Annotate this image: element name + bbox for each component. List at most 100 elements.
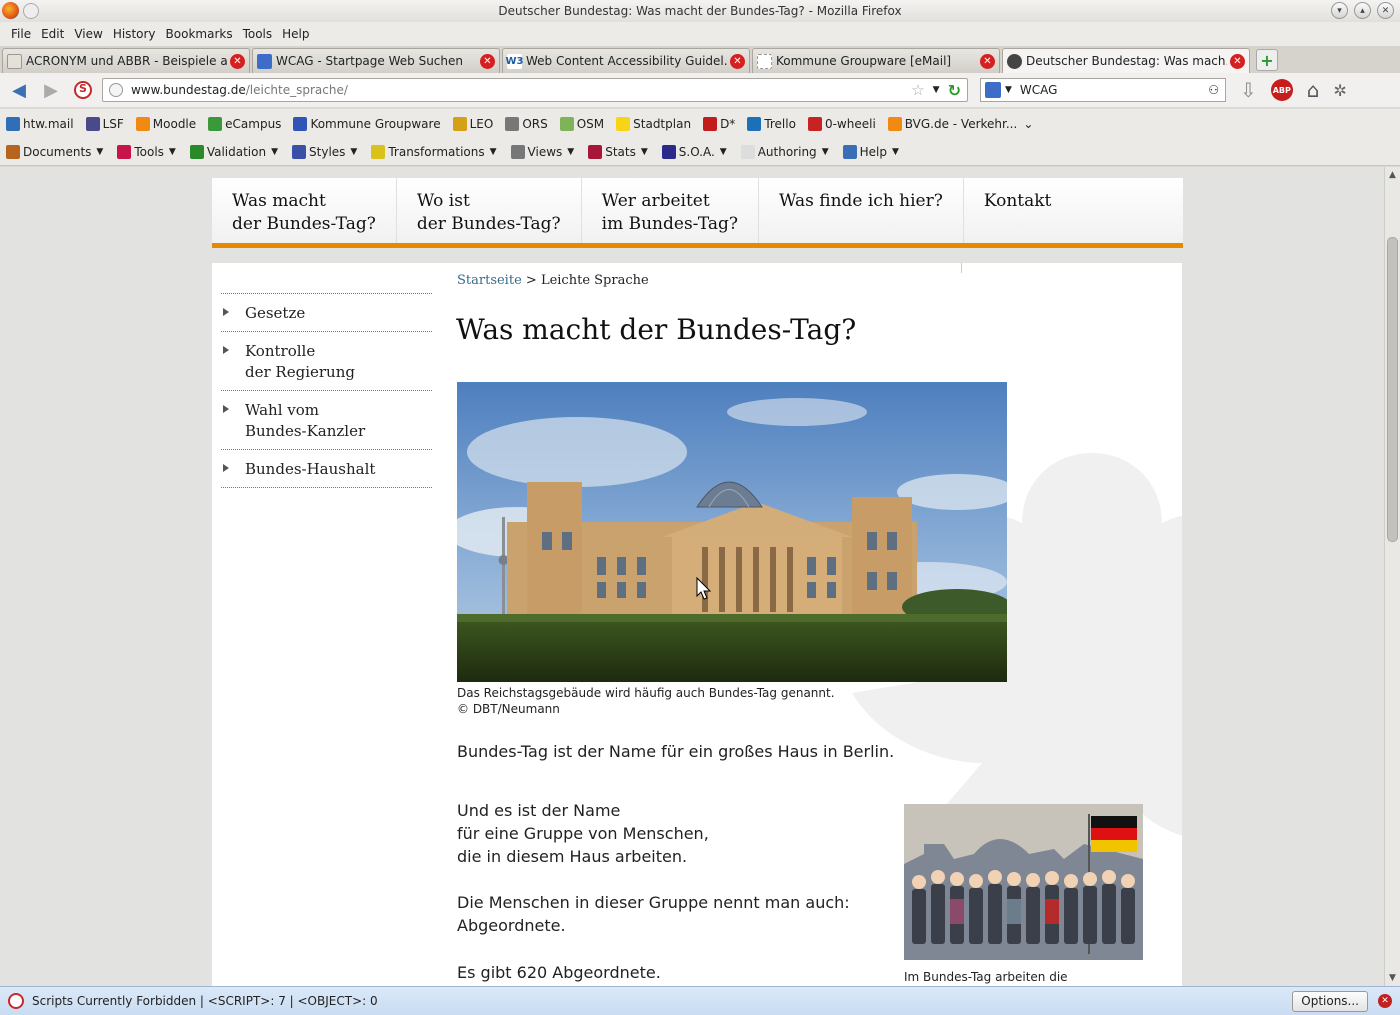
bookmark-item[interactable]: OSM: [559, 116, 604, 131]
devtool-menu[interactable]: S.O.A. ▼: [661, 144, 727, 159]
tab-startpage[interactable]: WCAG - Startpage Web Suchen ✕: [252, 48, 500, 73]
chevron-down-icon: ▼: [567, 146, 575, 157]
scrollbar-thumb[interactable]: [1387, 237, 1398, 542]
window-menu-button[interactable]: [23, 3, 39, 19]
bookmark-item[interactable]: htw.mail: [6, 116, 74, 131]
devtool-menu[interactable]: Authoring ▼: [740, 144, 829, 159]
sidebar-item-kontrolle[interactable]: Kontrolle der Regierung: [221, 331, 432, 390]
sidebar-item-gesetze[interactable]: Gesetze: [221, 293, 432, 331]
devtool-icon: [510, 144, 525, 159]
bookmark-star-icon[interactable]: ☆: [911, 81, 924, 99]
url-dropdown-icon[interactable]: ▼: [933, 85, 940, 95]
maximize-button[interactable]: ▴: [1354, 2, 1371, 19]
bookmark-item[interactable]: 0-wheeli: [807, 116, 876, 131]
bookmark-item[interactable]: eCampus: [208, 116, 281, 131]
menu-tools[interactable]: Tools: [238, 27, 278, 41]
close-notification-icon[interactable]: ✕: [1378, 994, 1392, 1008]
forward-button[interactable]: ▶: [38, 77, 64, 103]
tab-kommune[interactable]: Kommune Groupware [eMail] ✕: [752, 48, 1000, 73]
search-bar[interactable]: ▼ WCAG ⚇: [980, 78, 1226, 102]
vertical-scrollbar[interactable]: ▲ ▼: [1384, 167, 1400, 986]
people-drawing: [904, 804, 1143, 960]
caption-text: Das Reichstagsgebäude wird häufig auch B…: [457, 686, 835, 700]
extension-icon[interactable]: ✲: [1333, 81, 1346, 100]
reload-icon[interactable]: ↻: [948, 81, 961, 100]
breadcrumb-home-link[interactable]: Startseite: [457, 273, 522, 288]
devtool-menu[interactable]: Validation ▼: [189, 144, 278, 159]
devtool-icon: [371, 144, 386, 159]
reichstag-illustration: [457, 382, 1007, 682]
options-button[interactable]: Options...: [1292, 990, 1368, 1012]
tab-acronym[interactable]: ACRONYM und ABBR - Beispiele a... ✕: [2, 48, 250, 73]
downloads-icon[interactable]: ⇩: [1240, 78, 1257, 102]
devtool-menu[interactable]: Views ▼: [510, 144, 575, 159]
bookmark-label: BVG.de - Verkehr...: [904, 116, 1018, 131]
bookmark-item[interactable]: LEO: [452, 116, 493, 131]
breadcrumb-separator: >: [525, 273, 537, 288]
close-tab-icon[interactable]: ✕: [1230, 53, 1245, 69]
sidebar-item-haushalt[interactable]: Bundes-Haushalt: [221, 449, 432, 488]
bookmarks-overflow-icon[interactable]: ⌄: [1023, 117, 1033, 131]
scroll-down-icon[interactable]: ▼: [1385, 970, 1400, 986]
bookmark-label: 0-wheeli: [824, 116, 876, 131]
menu-file[interactable]: File: [6, 27, 36, 41]
devtool-menu[interactable]: Transformations ▼: [371, 144, 497, 159]
bookmark-item[interactable]: Trello: [747, 116, 796, 131]
side-image-caption: Im Bundes-Tag arbeiten die: [904, 970, 1068, 984]
chevron-down-icon[interactable]: ▼: [1005, 85, 1012, 95]
menu-edit[interactable]: Edit: [36, 27, 69, 41]
devtool-menu[interactable]: Documents ▼: [6, 144, 103, 159]
site-identity-icon[interactable]: [109, 83, 123, 97]
search-binoculars-icon[interactable]: ⚇: [1208, 83, 1225, 97]
url-bar[interactable]: www.bundestag.de/leichte_sprache/ ☆ ▼ ↻: [102, 78, 968, 102]
minimize-button[interactable]: ▾: [1331, 2, 1348, 19]
new-tab-button[interactable]: +: [1256, 49, 1278, 71]
devtool-menu[interactable]: Stats ▼: [588, 144, 648, 159]
home-icon[interactable]: ⌂: [1307, 78, 1320, 102]
close-window-button[interactable]: ✕: [1377, 2, 1394, 19]
close-tab-icon[interactable]: ✕: [480, 53, 495, 69]
nav-was-macht[interactable]: Was macht der Bundes-Tag?: [212, 178, 397, 243]
tab-wcag[interactable]: W3 Web Content Accessibility Guidel... ✕: [502, 48, 750, 73]
bookmark-item[interactable]: LSF: [85, 116, 124, 131]
menu-history[interactable]: History: [108, 27, 161, 41]
window-controls: ▾ ▴ ✕: [1331, 2, 1394, 19]
bookmark-icon: [85, 116, 100, 131]
blank-page-icon: [757, 53, 772, 69]
bookmark-item[interactable]: D*: [703, 116, 735, 131]
devtool-label: Styles: [309, 144, 346, 159]
bookmark-item[interactable]: Kommune Groupware: [293, 116, 441, 131]
scroll-up-icon[interactable]: ▲: [1385, 167, 1400, 183]
menu-bookmarks[interactable]: Bookmarks: [161, 27, 238, 41]
bookmark-item[interactable]: Moodle: [135, 116, 196, 131]
search-input[interactable]: WCAG: [1020, 83, 1208, 97]
noscript-icon[interactable]: [74, 81, 92, 99]
nav-wer-arbeitet[interactable]: Wer arbeitet im Bundes-Tag?: [582, 178, 759, 243]
bookmark-item[interactable]: BVG.de - Verkehr...: [887, 116, 1018, 131]
close-tab-icon[interactable]: ✕: [730, 53, 745, 69]
devtool-icon: [292, 144, 307, 159]
bookmark-icon: [887, 116, 902, 131]
close-tab-icon[interactable]: ✕: [980, 53, 995, 69]
bookmark-item[interactable]: Stadtplan: [616, 116, 691, 131]
bookmark-item[interactable]: ORS: [505, 116, 548, 131]
nav-was-finde[interactable]: Was finde ich hier?: [759, 178, 964, 243]
navigation-toolbar: ◀ ▶ www.bundestag.de/leichte_sprache/ ☆ …: [0, 73, 1400, 107]
devtool-menu[interactable]: Help ▼: [842, 144, 899, 159]
nav-kontakt[interactable]: Kontakt: [964, 178, 1072, 243]
search-engine-icon[interactable]: [985, 82, 1001, 98]
sidebar-item-wahl[interactable]: Wahl vom Bundes-Kanzler: [221, 390, 432, 449]
nav-wo-ist[interactable]: Wo ist der Bundes-Tag?: [397, 178, 582, 243]
tab-bundestag[interactable]: Deutscher Bundestag: Was mach... ✕: [1002, 48, 1250, 73]
devtool-menu[interactable]: Tools ▼: [117, 144, 176, 159]
close-tab-icon[interactable]: ✕: [230, 53, 245, 69]
devtool-icon: [661, 144, 676, 159]
menu-help[interactable]: Help: [277, 27, 314, 41]
back-button[interactable]: ◀: [6, 77, 32, 103]
page-title: Was macht der Bundes-Tag?: [456, 313, 857, 346]
devtool-label: Documents: [23, 144, 92, 159]
devtool-menu[interactable]: Styles ▼: [292, 144, 357, 159]
adblock-plus-icon[interactable]: ABP: [1270, 79, 1293, 101]
menu-view[interactable]: View: [69, 27, 107, 41]
noscript-status-icon[interactable]: [8, 993, 24, 1009]
